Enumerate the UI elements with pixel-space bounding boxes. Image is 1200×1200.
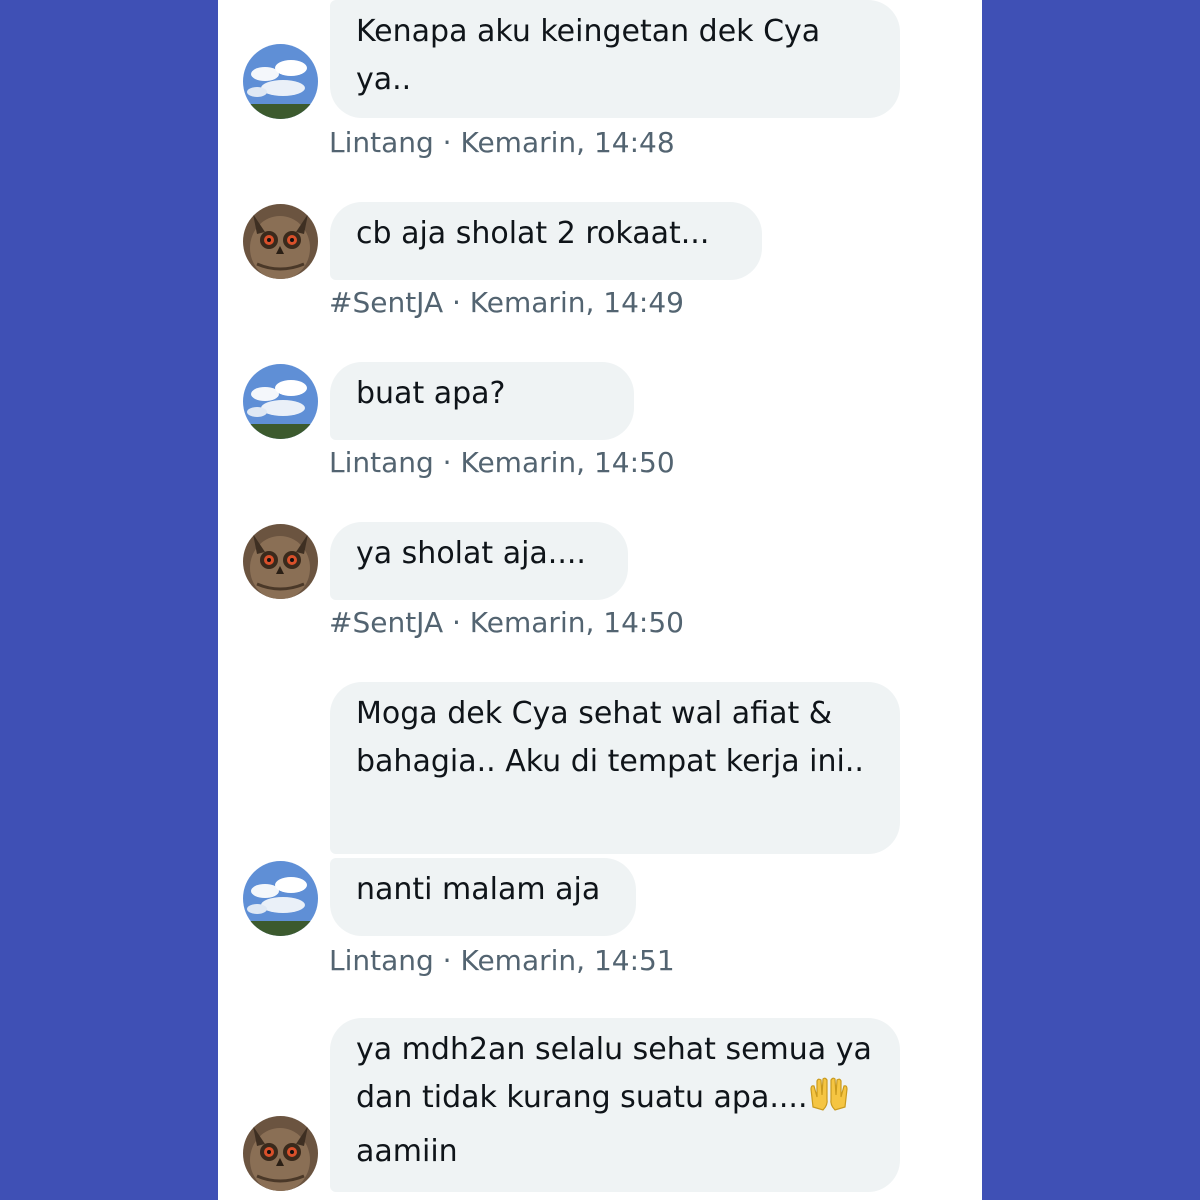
message-meta: Lintang · Kemarin, 14:51 — [329, 944, 675, 977]
message-text: Moga dek Cya sehat wal afiat & bahagia..… — [356, 696, 864, 779]
owl-avatar[interactable] — [243, 524, 318, 599]
message-text: Kenapa aku keingetan dek Cya ya.. — [356, 14, 821, 97]
sky-clouds-avatar[interactable] — [243, 44, 318, 119]
message-bubble[interactable]: nanti malam aja — [330, 858, 636, 936]
owl-avatar[interactable] — [243, 1116, 318, 1191]
message-text: ya mdh2an selalu sehat semua ya dan tida… — [356, 1032, 872, 1115]
sky-clouds-avatar[interactable] — [243, 861, 318, 936]
raising-hands-emoji — [809, 1077, 849, 1128]
sky-clouds-avatar[interactable] — [243, 364, 318, 439]
message-meta: #SentJA · Kemarin, 14:50 — [329, 606, 684, 639]
message-bubble[interactable]: ya sholat aja.... — [330, 522, 628, 600]
message-bubble[interactable]: cb aja sholat 2 rokaat... — [330, 202, 762, 280]
message-bubble[interactable]: Kenapa aku keingetan dek Cya ya.. — [330, 0, 900, 118]
message-meta: Lintang · Kemarin, 14:50 — [329, 446, 675, 479]
dm-conversation-panel: Kenapa aku keingetan dek Cya ya.. Lintan… — [218, 0, 982, 1200]
message-bubble[interactable]: buat apa? — [330, 362, 634, 440]
message-text: buat apa? — [356, 376, 506, 411]
message-text: ya sholat aja.... — [356, 536, 586, 571]
message-meta: #SentJA · Kemarin, 14:49 — [329, 286, 684, 319]
message-text: nanti malam aja — [356, 872, 601, 907]
message-meta: Lintang · Kemarin, 14:48 — [329, 126, 675, 159]
message-text: cb aja sholat 2 rokaat... — [356, 216, 710, 251]
message-bubble[interactable]: ya mdh2an selalu sehat semua ya dan tida… — [330, 1018, 900, 1192]
message-bubble[interactable]: Moga dek Cya sehat wal afiat & bahagia..… — [330, 682, 900, 854]
message-text-suffix: aamiin — [356, 1134, 458, 1169]
owl-avatar[interactable] — [243, 204, 318, 279]
